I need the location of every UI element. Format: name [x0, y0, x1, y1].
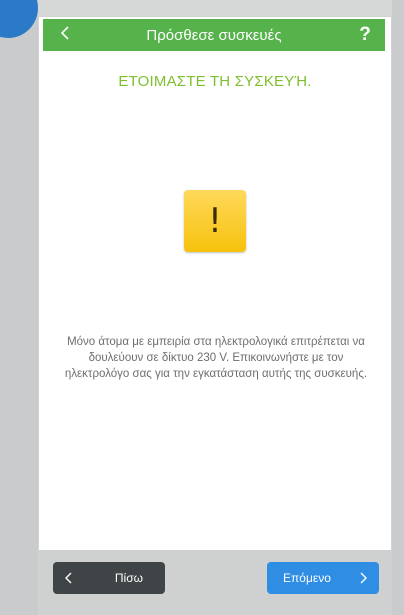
help-button[interactable]: ?	[355, 19, 375, 51]
back-button[interactable]: Πίσω	[53, 562, 165, 594]
right-background	[392, 0, 404, 615]
chevron-left-icon	[60, 25, 70, 46]
next-button[interactable]: Επόμενο	[267, 562, 379, 594]
warning-text: Μόνο άτομα με εμπειρία στα ηλεκτρολογικά…	[64, 336, 368, 380]
left-background	[0, 0, 38, 615]
next-button-label: Επόμενο	[283, 571, 331, 585]
step-title: ΕΤΟΙΜΑΣΤΕ ΤΗ ΣΥΣΚΕΥΉ.	[118, 73, 312, 90]
header-back-button[interactable]	[53, 19, 77, 51]
warning-icon: !	[184, 190, 246, 252]
back-button-label: Πίσω	[114, 571, 143, 585]
header-title: Πρόσθεσε συσκευές	[146, 26, 282, 44]
chevron-right-icon	[355, 562, 371, 594]
header-bar: Πρόσθεσε συσκευές ?	[43, 19, 385, 51]
add-device-panel: Πρόσθεσε συσκευές ? ΕΤΟΙΜΑΣΤΕ ΤΗ ΣΥΣΚΕΥΉ…	[38, 16, 392, 615]
screen: Πρόσθεσε συσκευές ? ΕΤΟΙΜΑΣΤΕ ΤΗ ΣΥΣΚΕΥΉ…	[0, 0, 404, 615]
question-mark-icon: ?	[359, 24, 371, 45]
exclamation-mark: !	[208, 201, 222, 241]
chevron-left-icon	[61, 562, 77, 594]
footer-bar: Πίσω Επόμενο	[39, 550, 391, 614]
